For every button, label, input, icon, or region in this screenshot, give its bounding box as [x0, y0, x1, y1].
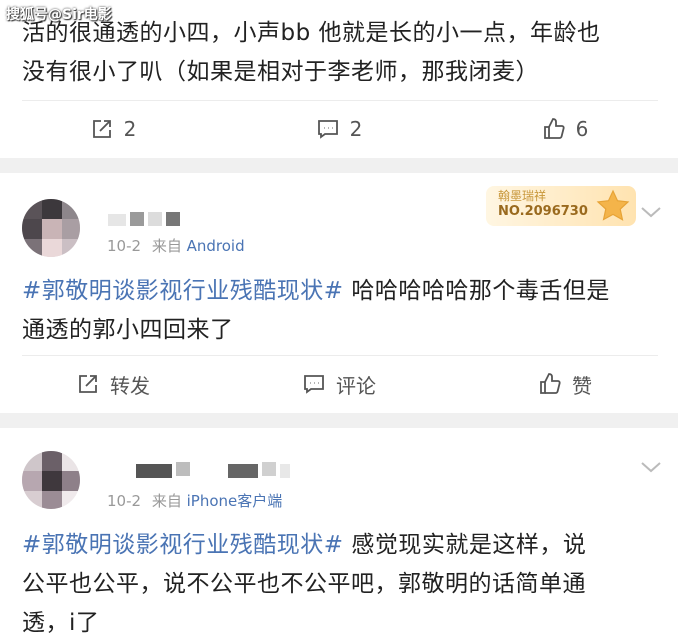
- post2-like-button[interactable]: 赞: [452, 358, 678, 410]
- fan-badge-number: NO.2096730: [498, 204, 588, 219]
- post3-text-line3: 透，i了: [22, 610, 100, 636]
- post2-action-bar: 转发 评论 赞: [0, 358, 678, 410]
- thumbs-up-icon: [540, 373, 561, 394]
- post3-text-line1-rest: 感觉现实就是这样，说: [343, 532, 587, 558]
- post2-like-label: 赞: [572, 373, 592, 398]
- thumbs-up-icon: [543, 118, 565, 139]
- redacted-username: [136, 462, 290, 478]
- post2-date: 10-2: [107, 237, 142, 255]
- post1-text-line1: 活的很通透的小四，小声bb 他就是长的小一点，年龄也: [22, 20, 601, 46]
- post1-comment-button[interactable]: 2: [226, 103, 452, 155]
- blurred-avatar-image: [22, 451, 80, 509]
- post2-body: #郭敬明谈影视行业残酷现状# 哈哈哈哈哈那个毒舌但是 通透的郭小四回来了: [22, 272, 662, 350]
- post1-body: 活的很通透的小四，小声bb 他就是长的小一点，年龄也 没有很小了叭（如果是相对于…: [22, 14, 662, 92]
- source-watermark: 搜狐号@Sir电影: [6, 7, 112, 23]
- fan-badge-title: 翰墨瑞祥: [498, 189, 547, 203]
- post3-username-redacted[interactable]: [136, 460, 296, 484]
- post1-repost-count: 2: [123, 117, 137, 141]
- comment-icon: [317, 120, 338, 139]
- blurred-avatar-image: [22, 199, 80, 257]
- post2-comment-label: 评论: [336, 373, 376, 398]
- post3-source-prefix: 来自: [151, 492, 182, 510]
- post2-repost-label: 转发: [110, 373, 150, 398]
- feed-separator: [0, 413, 678, 428]
- post3-date: 10-2: [107, 492, 142, 510]
- feed-separator: [0, 158, 678, 173]
- post2-comment-button[interactable]: 评论: [226, 358, 452, 410]
- post2-text-line1-rest: 哈哈哈哈哈那个毒舌但是: [343, 278, 610, 304]
- post3-text-line2: 公平也公平，说不公平也不公平吧，郭敬明的话简单通: [22, 571, 586, 597]
- fan-badge[interactable]: 翰墨瑞祥 NO.2096730: [486, 186, 636, 226]
- post1-text-line2: 没有很小了叭（如果是相对于李老师，那我闭麦）: [22, 59, 539, 85]
- repost-icon: [92, 120, 111, 138]
- post2-repost-button[interactable]: 转发: [0, 358, 226, 410]
- post3-body: #郭敬明谈影视行业残酷现状# 感觉现实就是这样，说 公平也公平，说不公平也不公平…: [22, 526, 662, 643]
- post1-divider: [22, 100, 658, 101]
- post3-source[interactable]: iPhone客户端: [187, 492, 283, 510]
- post2-meta: 10-2 来自 Android: [107, 235, 245, 256]
- redacted-username: [108, 212, 180, 226]
- post3-avatar[interactable]: [22, 451, 80, 509]
- post2-divider: [22, 355, 658, 356]
- chevron-down-icon[interactable]: [640, 460, 662, 474]
- star-icon: [596, 189, 630, 221]
- comment-icon: [304, 375, 324, 394]
- post2-source[interactable]: Android: [187, 237, 245, 255]
- post3-hashtag[interactable]: #郭敬明谈影视行业残酷现状#: [22, 532, 344, 558]
- repost-icon: [79, 375, 97, 393]
- post2-hashtag[interactable]: #郭敬明谈影视行业残酷现状#: [22, 278, 344, 304]
- chevron-down-icon[interactable]: [640, 205, 662, 219]
- post1-action-bar: 2 2 6: [0, 103, 678, 155]
- post2-avatar[interactable]: [22, 199, 80, 257]
- post2-source-prefix: 来自: [151, 237, 182, 255]
- post1-like-button[interactable]: 6: [452, 103, 678, 155]
- post2-username-redacted[interactable]: [108, 210, 188, 232]
- post3-meta: 10-2 来自 iPhone客户端: [107, 490, 282, 511]
- post1-repost-button[interactable]: 2: [0, 103, 226, 155]
- post2-text-line2: 通透的郭小四回来了: [22, 317, 234, 343]
- post1-comment-count: 2: [349, 117, 363, 141]
- post1-like-count: 6: [575, 117, 589, 141]
